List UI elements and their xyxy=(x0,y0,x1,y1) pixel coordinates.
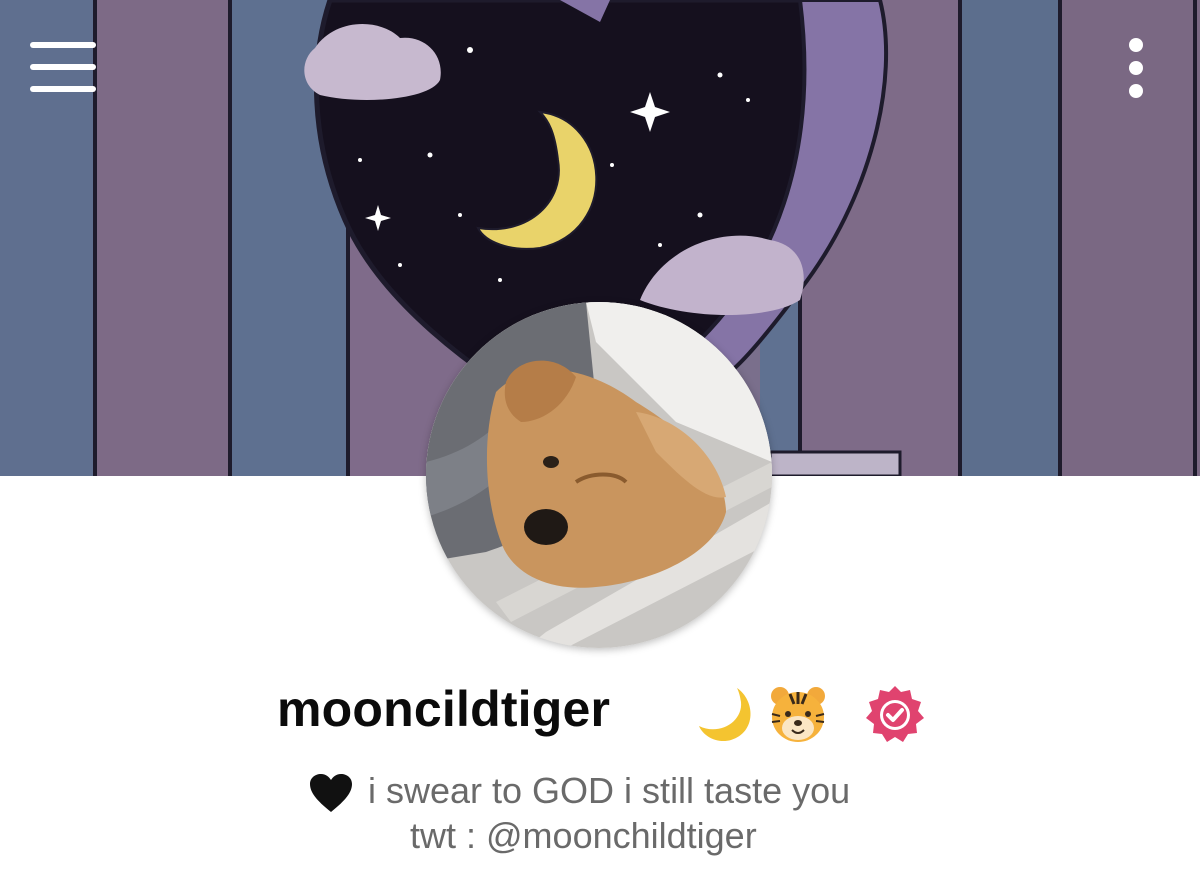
username: mooncildtiger xyxy=(277,681,611,737)
profile-avatar[interactable] xyxy=(426,302,772,648)
avatar-photo xyxy=(426,302,772,648)
black-heart-emoji xyxy=(308,772,368,817)
more-options-button[interactable] xyxy=(1118,36,1154,102)
verified-badge-icon[interactable] xyxy=(864,684,926,746)
bio-twitter-handle[interactable]: twt : @moonchildtiger xyxy=(410,815,757,857)
profile-screen: mooncildtiger i swear to GOD i still tas… xyxy=(0,0,1200,893)
menu-button[interactable] xyxy=(30,42,96,92)
profile-name-row: mooncildtiger xyxy=(0,676,1200,756)
bio-text: i swear to GOD i still taste you xyxy=(368,770,851,811)
crescent-moon-emoji xyxy=(699,688,751,742)
tiger-face-emoji xyxy=(771,687,825,742)
